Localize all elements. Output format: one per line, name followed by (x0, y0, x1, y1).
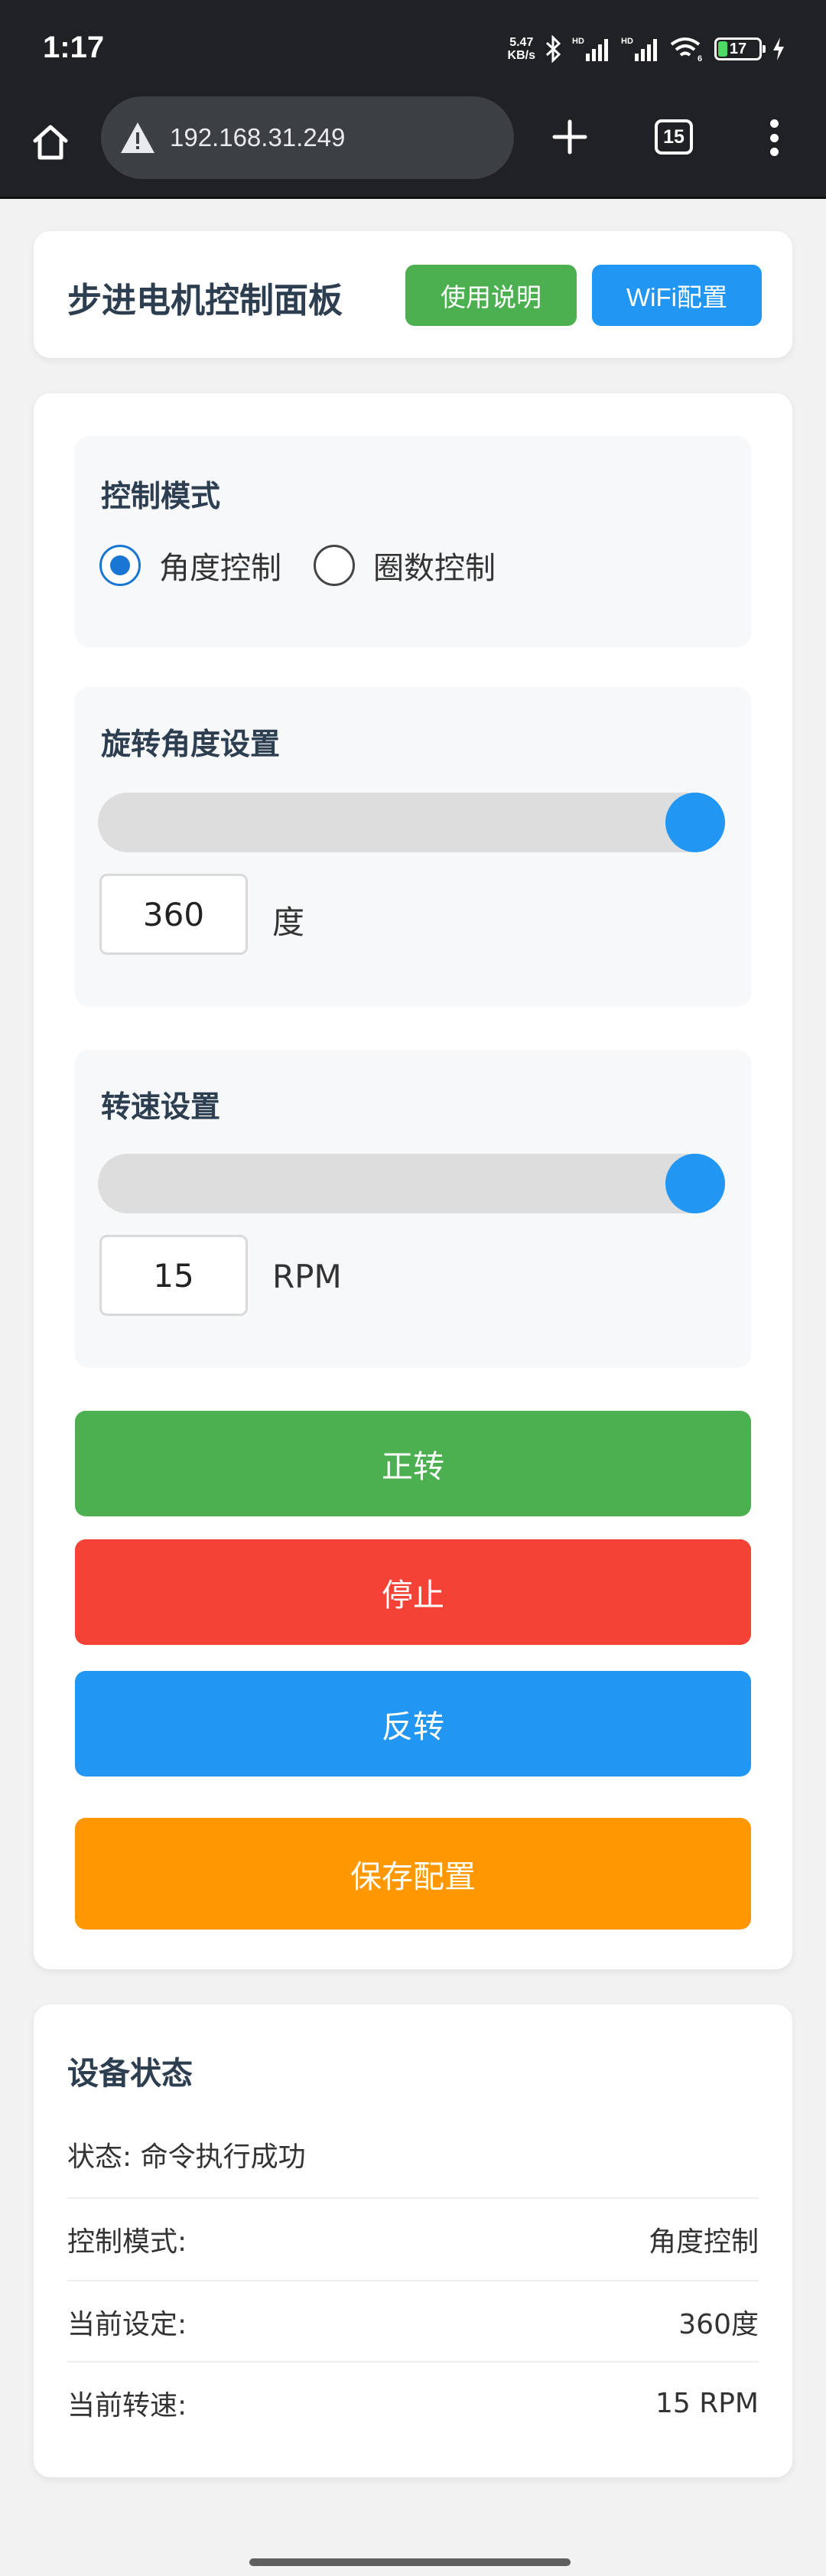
status-row-speed: 当前转速: 15 RPM (67, 2361, 759, 2444)
charging-icon (771, 37, 786, 61)
svg-text:HD: HD (572, 37, 584, 46)
forward-button[interactable]: 正转 (75, 1411, 751, 1516)
browser-toolbar: 192.168.31.249 15 (0, 93, 826, 199)
signal-icon: HD (571, 35, 610, 63)
status-bar: 1:17 5.47 KB/s HD HD 6 17 (0, 0, 826, 93)
radio-angle-label[interactable]: 角度控制 (159, 543, 281, 588)
angle-slider[interactable] (98, 793, 725, 852)
angle-slider-thumb[interactable] (665, 793, 725, 852)
signal-icon-2: HD (620, 35, 659, 63)
stop-button[interactable]: 停止 (75, 1539, 751, 1645)
status-icons: 5.47 KB/s HD HD 6 17 (508, 32, 786, 66)
angle-panel: 旋转角度设置 360 度 (75, 687, 751, 1007)
speed-unit: RPM (272, 1258, 342, 1295)
status-row-label: 当前转速: (67, 2390, 187, 2421)
svg-text:HD: HD (621, 37, 633, 46)
mode-title: 控制模式 (101, 480, 221, 514)
speed-slider[interactable] (98, 1154, 725, 1213)
status-row-value: 角度控制 (648, 2226, 759, 2258)
tab-switcher-button[interactable]: 15 (655, 119, 693, 155)
radio-turns-mode[interactable] (314, 545, 355, 586)
help-button[interactable]: 使用说明 (405, 265, 577, 326)
status-row-setting: 当前设定: 360度 (67, 2280, 759, 2363)
wifi-icon: 6 (668, 35, 705, 63)
status-row-value: 15 RPM (655, 2387, 759, 2419)
angle-input[interactable]: 360 (99, 874, 248, 955)
radio-angle-mode[interactable] (99, 545, 141, 586)
tab-count: 15 (663, 125, 685, 148)
plus-icon (552, 119, 587, 155)
status-time: 1:17 (43, 31, 105, 64)
home-icon (33, 125, 68, 160)
reverse-button[interactable]: 反转 (75, 1671, 751, 1776)
status-row-label: 控制模式: (67, 2226, 187, 2258)
network-speed: 5.47 KB/s (507, 36, 535, 62)
status-row-mode: 控制模式: 角度控制 (67, 2197, 759, 2280)
home-indicator[interactable] (249, 2558, 571, 2566)
radio-turns-label[interactable]: 圈数控制 (373, 543, 496, 588)
home-button[interactable] (23, 115, 78, 170)
more-vert-icon[interactable] (757, 115, 791, 161)
speed-title: 转速设置 (101, 1090, 221, 1125)
url-text: 192.168.31.249 (170, 123, 346, 151)
speed-input[interactable]: 15 (99, 1235, 248, 1316)
battery-icon: 17 (714, 37, 766, 60)
status-row-label: 当前设定: (67, 2309, 187, 2340)
mode-panel: 控制模式 角度控制 圈数控制 (75, 436, 751, 647)
new-tab-button[interactable] (543, 110, 597, 164)
speed-slider-thumb[interactable] (665, 1154, 725, 1213)
status-message: 状态: 命令执行成功 (67, 2141, 306, 2173)
mode-radio-group: 角度控制 圈数控制 (99, 543, 528, 588)
angle-title: 旋转角度设置 (101, 728, 281, 762)
speed-panel: 转速设置 15 RPM (75, 1050, 751, 1368)
page-title: 步进电机控制面板 (67, 280, 343, 321)
angle-unit: 度 (272, 904, 305, 941)
status-title: 设备状态 (67, 2055, 193, 2092)
svg-text:6: 6 (698, 54, 702, 63)
status-card: 设备状态 状态: 命令执行成功 控制模式: 角度控制 当前设定: 360度 当前… (34, 2004, 792, 2477)
wifi-config-button[interactable]: WiFi配置 (592, 265, 762, 326)
bluetooth-icon (545, 35, 561, 63)
address-bar[interactable]: 192.168.31.249 (101, 96, 514, 179)
control-card: 控制模式 角度控制 圈数控制 旋转角度设置 360 度 转速设置 15 RPM … (34, 393, 792, 1969)
status-row-value: 360度 (678, 2309, 759, 2340)
warning-icon[interactable] (116, 116, 159, 159)
save-config-button[interactable]: 保存配置 (75, 1818, 751, 1930)
header-card: 步进电机控制面板 使用说明 WiFi配置 (34, 231, 792, 358)
